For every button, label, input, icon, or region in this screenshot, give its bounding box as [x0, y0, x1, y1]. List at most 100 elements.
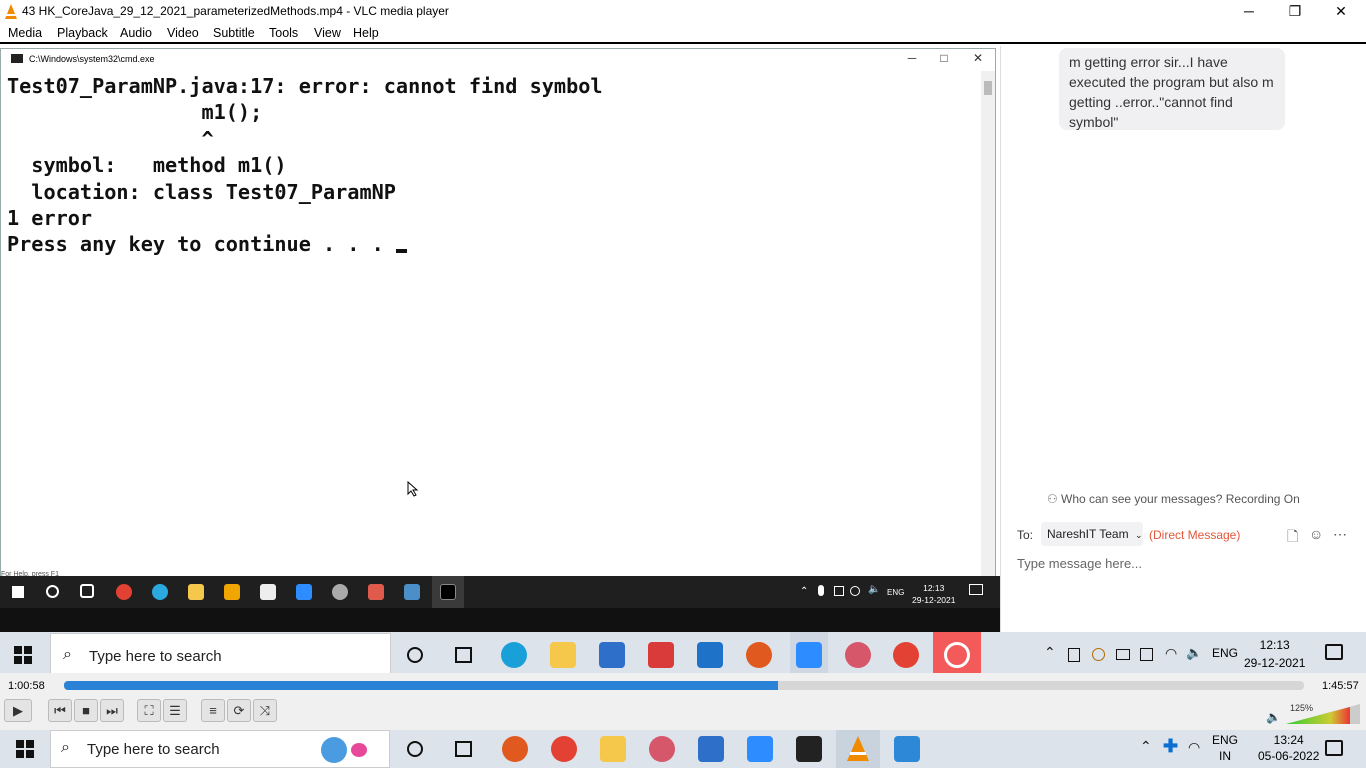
gift-icon [648, 642, 674, 668]
cmd-scroll-thumb[interactable] [984, 81, 992, 95]
seek-progress [64, 681, 779, 690]
windows-start-icon[interactable] [16, 740, 34, 758]
playlist-button[interactable]: ≡ [201, 699, 225, 722]
tray-icon [1068, 648, 1080, 662]
recorder-icon[interactable] [502, 736, 528, 762]
seek-bar[interactable] [64, 681, 1304, 690]
task-view-icon[interactable] [455, 741, 472, 757]
recorded-search-box: ⌕ Type here to search [50, 633, 391, 673]
menu-subtitle[interactable]: Subtitle [213, 26, 255, 40]
menu-help[interactable]: Help [353, 26, 379, 40]
vlc-title-bar: 43 HK_CoreJava_29_12_2021_parameterizedM… [0, 0, 1366, 24]
search-icon: ⌕ [61, 739, 70, 756]
chat-privacy-link[interactable]: Who can see your messages? Recording On [1061, 492, 1300, 506]
chat-to-label: To: [1017, 528, 1034, 542]
shuffle-button[interactable]: ⤨ [253, 699, 277, 722]
vlc-logo-icon [5, 4, 17, 19]
fullscreen-button[interactable]: ⛶ [137, 699, 161, 722]
inner-tray-language: ENG [887, 588, 905, 597]
menu-tools[interactable]: Tools [269, 26, 298, 40]
cmd-line-prompt: Press any key to continue . . . [7, 231, 603, 257]
menu-audio[interactable]: Audio [120, 26, 152, 40]
menu-view[interactable]: View [314, 26, 341, 40]
active-app-button [933, 632, 981, 673]
more-icon[interactable]: ⋯ [1333, 526, 1347, 543]
previous-button[interactable]: ⏮ [48, 699, 72, 722]
zoom-icon [296, 584, 312, 600]
cmd-line: m1(); [7, 100, 263, 125]
zoom-icon [796, 642, 822, 668]
menu-video[interactable]: Video [167, 26, 199, 40]
heart-icon [351, 743, 367, 757]
cmd-minimize-button[interactable]: ─ [897, 51, 927, 65]
snipping-tool-icon [332, 584, 348, 600]
cmd-line: 1 error [7, 206, 93, 231]
extended-settings-button[interactable]: ☰ [163, 699, 187, 722]
vlc-logo-icon [847, 736, 869, 761]
edge-icon [501, 642, 527, 668]
tray-chevron-icon[interactable]: ⌃ [1140, 738, 1152, 755]
windows-start-icon [14, 646, 32, 664]
chat-recipient-label: NareshIT Team [1047, 527, 1129, 541]
sticky-notes-icon[interactable] [796, 736, 822, 762]
chrome-icon[interactable] [551, 736, 577, 762]
notification-icon [969, 584, 983, 595]
task-view-icon [80, 584, 94, 598]
cmd-window: C:\Windows\system32\cmd.exe ─ □ ✕ Test07… [0, 48, 996, 578]
file-explorer-icon [550, 642, 576, 668]
chrome-icon [893, 642, 919, 668]
snipping-tool-icon[interactable] [649, 736, 675, 762]
file-icon[interactable]: 🗋 [1287, 526, 1298, 550]
loop-button[interactable]: ⟳ [227, 699, 251, 722]
cmd-scrollbar[interactable] [981, 71, 995, 577]
emoji-icon[interactable]: ☺ [1309, 526, 1323, 542]
cortana-icon[interactable] [407, 741, 423, 757]
chat-recipient-dropdown[interactable]: NareshIT Team ⌄ [1041, 522, 1143, 546]
recorded-time: 12:13 [1259, 638, 1290, 652]
menu-bar: Media Playback Audio Video Subtitle Tool… [0, 24, 1366, 44]
volume-slider[interactable] [1286, 704, 1360, 724]
next-button[interactable]: ⏭ [100, 699, 124, 722]
cmd-close-button[interactable]: ✕ [963, 51, 993, 65]
cmd-maximize-button[interactable]: □ [929, 51, 959, 65]
chat-panel: m getting error sir...I have executed th… [1000, 46, 1366, 632]
file-explorer-icon[interactable] [600, 736, 626, 762]
maximize-button[interactable]: ❐ [1272, 0, 1318, 24]
minimize-button[interactable]: ─ [1226, 0, 1272, 24]
store-icon[interactable] [698, 736, 724, 762]
elapsed-time: 1:00:58 [8, 680, 45, 692]
menu-media[interactable]: Media [8, 26, 42, 40]
stop-button[interactable]: ■ [74, 699, 98, 722]
close-button[interactable]: ✕ [1318, 0, 1364, 24]
chat-message-input[interactable] [1017, 554, 1347, 572]
zoom-taskbar-button [790, 632, 828, 673]
clock[interactable]: 13:24 05-06-2022 [1258, 732, 1319, 764]
monitor-icon [834, 586, 844, 596]
volume-icon[interactable]: 🔈 [1266, 710, 1281, 724]
search-icon: ⌕ [63, 646, 72, 663]
photos-icon[interactable] [894, 736, 920, 762]
wifi-icon[interactable]: ◠ [1188, 739, 1200, 756]
language-indicator[interactable]: ENG IN [1212, 732, 1238, 764]
app-icon [368, 584, 384, 600]
zoom-icon[interactable] [747, 736, 773, 762]
task-view-icon [455, 647, 472, 663]
tray-chevron-icon: ⌃ [1044, 644, 1056, 660]
search-highlight-icon [321, 737, 347, 763]
add-icon[interactable]: ✚ [1163, 736, 1178, 757]
chrome-icon [116, 584, 132, 600]
recorded-search-placeholder: Type here to search [89, 648, 222, 665]
recorded-clock: 12:13 29-12-2021 [1244, 636, 1305, 672]
tray-icon [1092, 648, 1105, 661]
vlc-taskbar-button[interactable] [836, 730, 880, 768]
cursor-caret [395, 249, 407, 254]
play-button[interactable]: ▶ [4, 699, 32, 722]
tray-icon [1140, 648, 1153, 661]
store-icon [599, 642, 625, 668]
taskbar-search-box[interactable]: ⌕ Type here to search [50, 730, 390, 768]
cmd-prompt-text: Press any key to continue . . . [7, 232, 396, 257]
notification-icon[interactable] [1325, 740, 1343, 756]
menu-playback[interactable]: Playback [57, 26, 108, 40]
chat-message-text: m getting error sir...I have executed th… [1069, 54, 1274, 130]
video-frame[interactable]: C:\Windows\system32\cmd.exe ─ □ ✕ Test07… [0, 46, 1366, 673]
